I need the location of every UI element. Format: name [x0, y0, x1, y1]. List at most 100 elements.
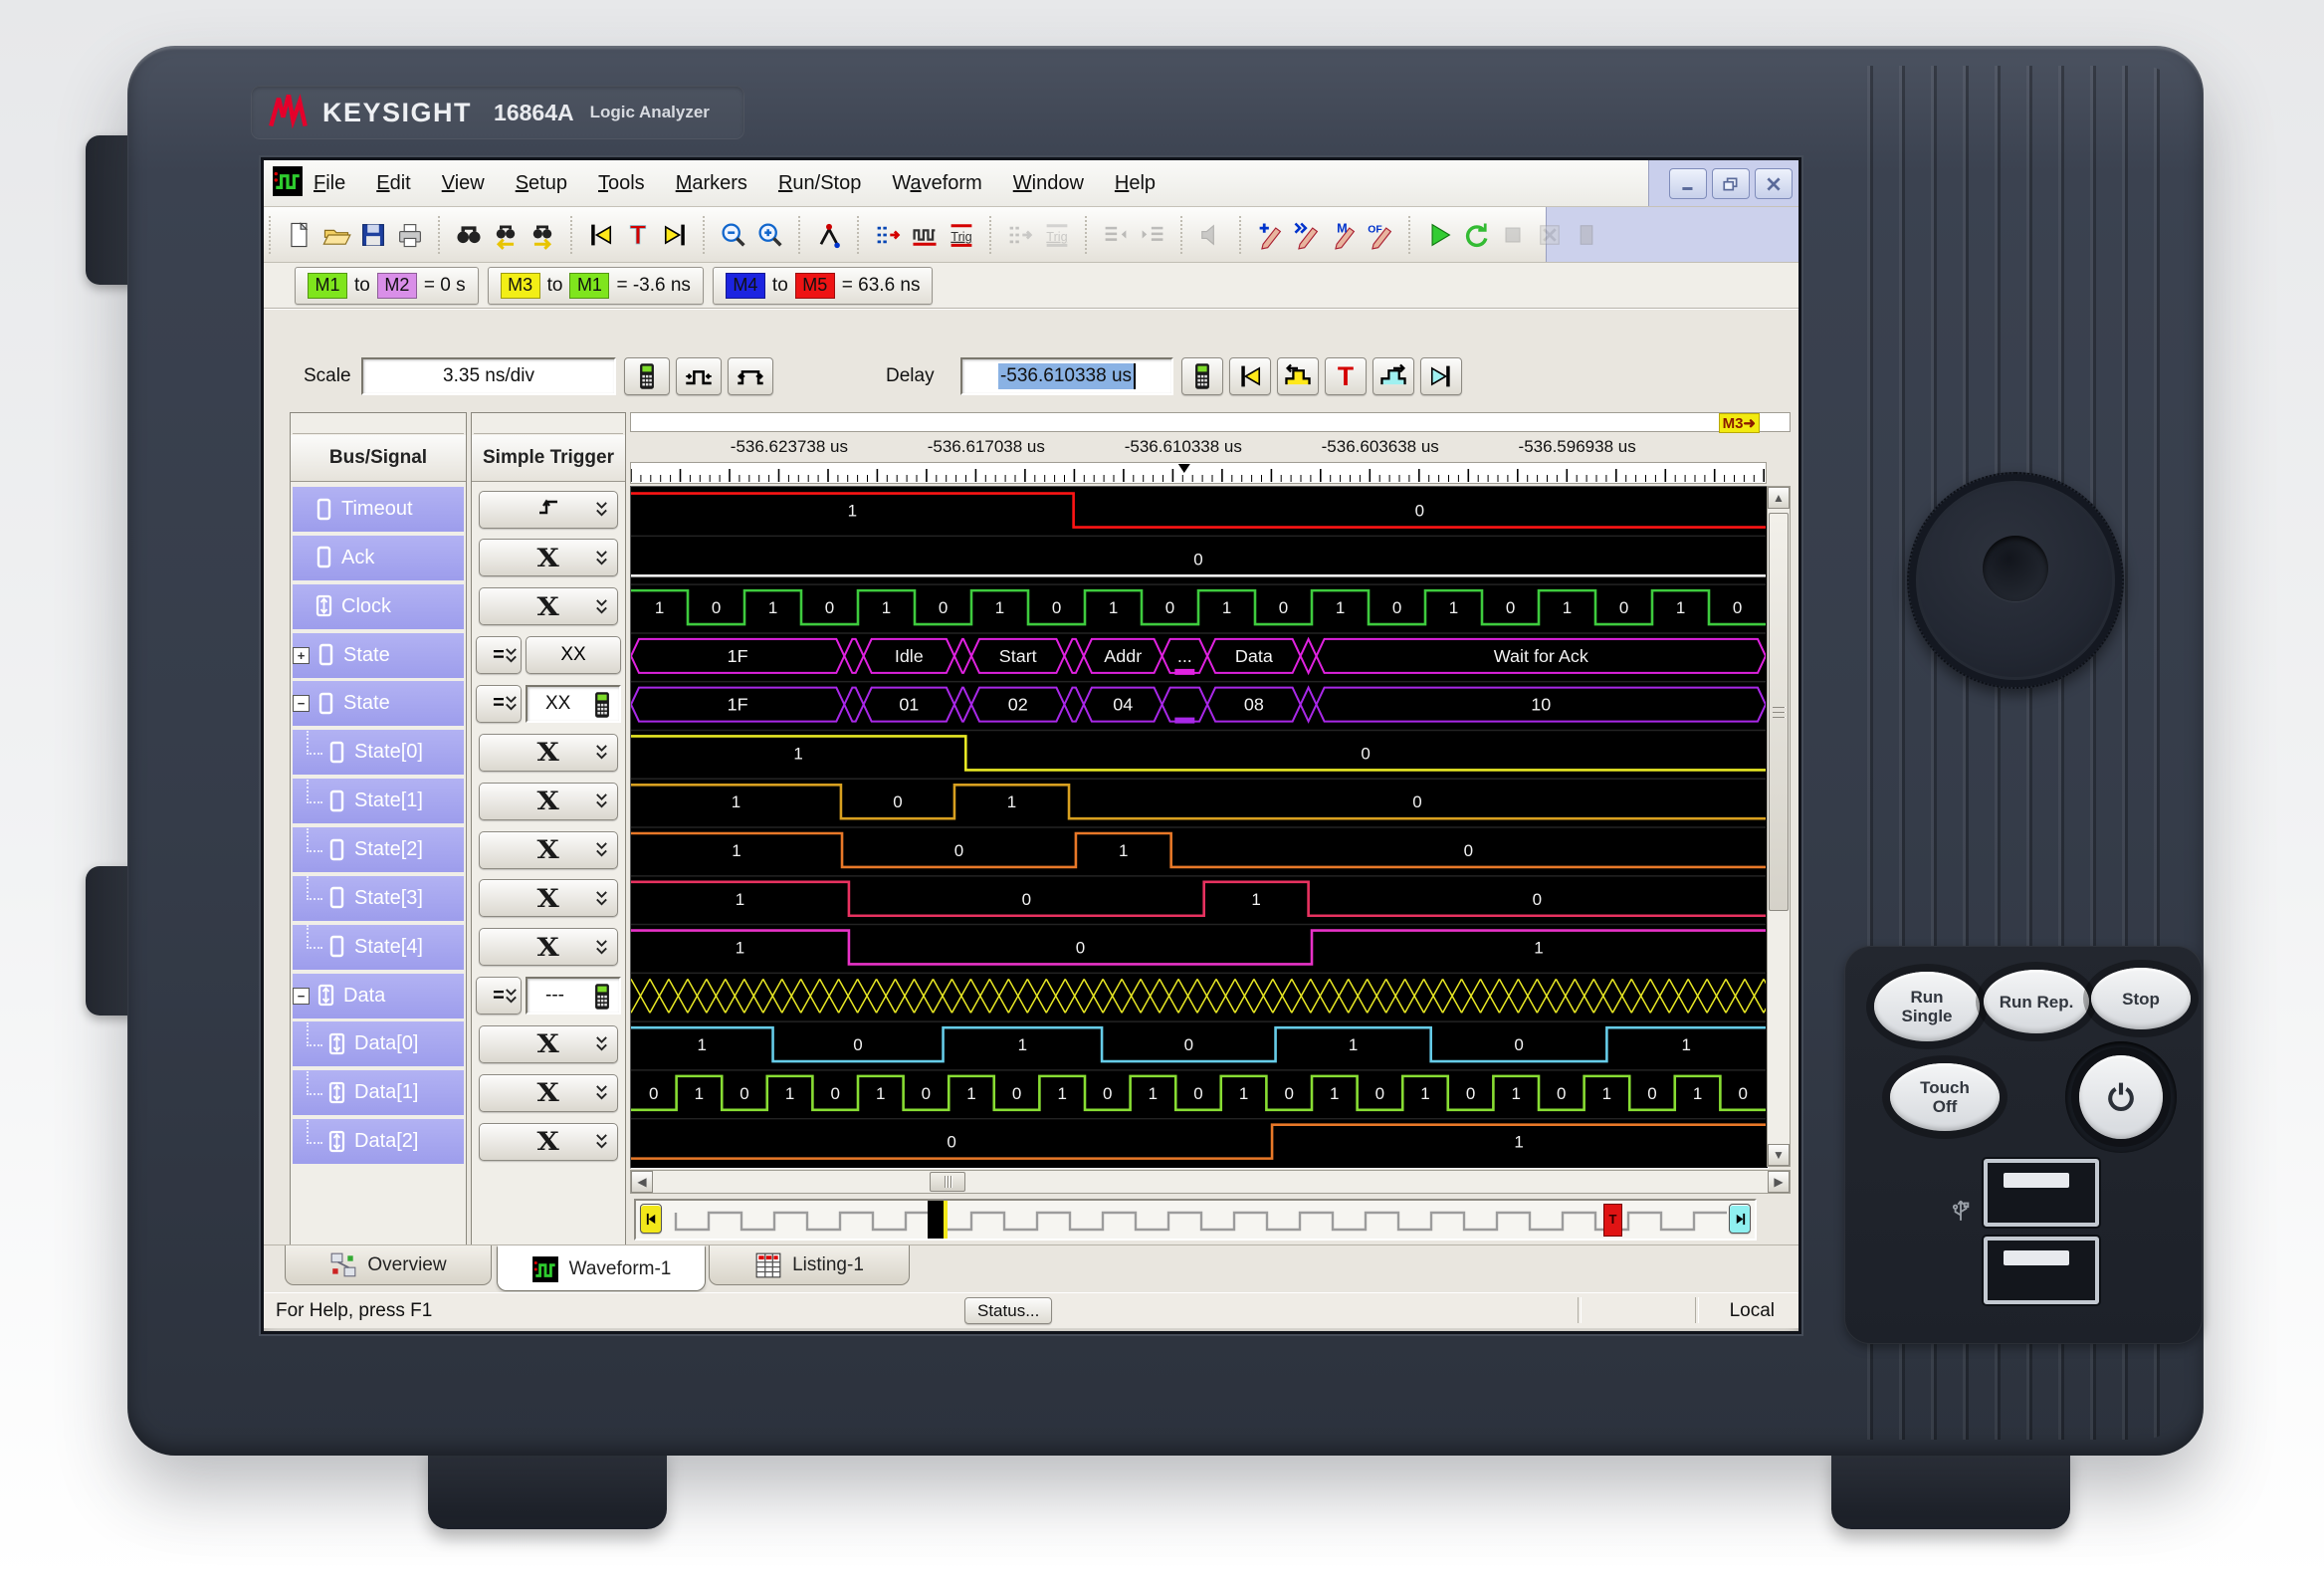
marker-next-icon[interactable]	[1288, 216, 1325, 254]
any-value-trigger-dropdown[interactable]: X	[479, 733, 618, 772]
signal-row-state0[interactable]: State[0]	[293, 730, 464, 776]
signal-row-clock[interactable]: Clock	[293, 583, 464, 629]
signal-row-state3[interactable]: State[3]	[293, 875, 464, 921]
delay-delay-prev-edge-button[interactable]	[1277, 357, 1319, 395]
tab-overview[interactable]: Overview	[285, 1245, 492, 1285]
menu-tools[interactable]: Tools	[598, 172, 645, 195]
scroll-right-button[interactable]: ▶	[1768, 1171, 1790, 1193]
collapse-icon[interactable]: −	[293, 695, 310, 713]
menu-help[interactable]: Help	[1115, 172, 1156, 195]
usb-port-top[interactable]	[1984, 1159, 2099, 1227]
marker-new-icon[interactable]	[1251, 216, 1288, 254]
go-to-start-icon[interactable]	[582, 216, 619, 254]
close-button[interactable]	[1755, 168, 1793, 199]
scale-pulse-zoom-in-button[interactable]	[676, 357, 722, 395]
delay-delay-go-end-button[interactable]	[1420, 357, 1462, 395]
scroll-thumb[interactable]	[930, 1172, 965, 1192]
delay-input[interactable]: -536.610338 us	[960, 357, 1173, 395]
expand-icon[interactable]: +	[293, 646, 310, 664]
marker-options-icon[interactable]: OF	[1362, 216, 1398, 254]
signal-row-timeout[interactable]: Timeout	[293, 487, 464, 532]
calculator-icon[interactable]	[587, 982, 617, 1012]
marker-pair-button-2[interactable]: M3 to M1 = -3.6 ns	[487, 266, 704, 305]
waveform-hscrollbar[interactable]: ◀ ▶	[630, 1170, 1791, 1194]
any-value-trigger-dropdown[interactable]: X	[479, 587, 618, 626]
toolbar-grip[interactable]	[989, 215, 994, 254]
run-icon[interactable]	[1420, 216, 1457, 254]
menu-setup[interactable]: Setup	[516, 172, 567, 195]
any-value-trigger-dropdown[interactable]: X	[479, 830, 618, 869]
toolbar-grip[interactable]	[1239, 215, 1244, 254]
scroll-thumb[interactable]	[1769, 513, 1789, 911]
comparison-operator-dropdown[interactable]: =	[476, 636, 522, 675]
find-previous-icon[interactable]	[487, 216, 524, 254]
trigger-value-input[interactable]: XX	[526, 684, 621, 723]
toolbar-grip[interactable]	[1085, 215, 1090, 254]
signal-row-ack[interactable]: Ack	[293, 535, 464, 580]
marker-tool-icon[interactable]	[810, 216, 847, 254]
edge-trigger-dropdown[interactable]	[479, 490, 618, 529]
menu-view[interactable]: View	[442, 172, 485, 195]
marker-goto-icon[interactable]: M	[1325, 216, 1362, 254]
signal-row-state[interactable]: − State	[293, 681, 464, 727]
usb-port-bottom[interactable]	[1984, 1237, 2099, 1304]
waveform-vscrollbar[interactable]: ▲ ▼	[1767, 486, 1791, 1167]
power-button[interactable]	[2079, 1055, 2163, 1139]
touch-off-button[interactable]: Touch Off	[1890, 1063, 2000, 1131]
overview-trigger-marker[interactable]: T	[1603, 1204, 1622, 1237]
restore-button[interactable]	[1712, 168, 1750, 199]
zoom-in-icon[interactable]	[751, 216, 788, 254]
toolbar-grip[interactable]	[570, 215, 575, 254]
print-icon[interactable]	[391, 216, 428, 254]
signal-row-state2[interactable]: State[2]	[293, 827, 464, 873]
save-icon[interactable]	[354, 216, 391, 254]
trigger-value-input[interactable]: ---	[526, 977, 621, 1016]
any-value-trigger-dropdown[interactable]: X	[479, 1122, 618, 1161]
scroll-up-button[interactable]: ▲	[1768, 487, 1790, 509]
comparison-operator-dropdown[interactable]: =	[476, 977, 522, 1016]
go-to-trigger-icon[interactable]: T	[619, 216, 656, 254]
run-repetitive-icon[interactable]	[1457, 216, 1494, 254]
find-icon[interactable]	[450, 216, 487, 254]
go-to-end-icon[interactable]	[656, 216, 693, 254]
trigger-setup-icon[interactable]: Trig	[943, 216, 979, 254]
menu-markers[interactable]: Markers	[676, 172, 747, 195]
scroll-down-button[interactable]: ▼	[1768, 1144, 1790, 1166]
scale-pulse-zoom-out-button[interactable]	[728, 357, 773, 395]
signal-row-data[interactable]: − Data	[293, 973, 464, 1018]
any-value-trigger-dropdown[interactable]: X	[479, 1073, 618, 1112]
collapse-icon[interactable]: −	[293, 987, 310, 1005]
signal-row-state4[interactable]: State[4]	[293, 924, 464, 970]
run-repetitive-button[interactable]: Run Rep.	[1984, 970, 2089, 1033]
signal-row-data1[interactable]: Data[1]	[293, 1070, 464, 1116]
delay-delay-go-start-button[interactable]	[1229, 357, 1271, 395]
signal-row-state1[interactable]: State[1]	[293, 779, 464, 824]
menu-edit[interactable]: Edit	[376, 172, 410, 195]
menu-window[interactable]: Window	[1013, 172, 1084, 195]
zoom-out-icon[interactable]	[715, 216, 751, 254]
waveform-display[interactable]: 1 0 0 1 0 1 0 1 0 1 0 1 0 1 0 1 0 1 0 1 0 1 0 1F Idle Start Addr..…	[630, 486, 1769, 1169]
stop-button[interactable]: Stop	[2091, 968, 2191, 1029]
toolbar-grip[interactable]	[1180, 215, 1185, 254]
bus-signal-header[interactable]: Bus/Signal	[291, 435, 466, 482]
scale-calculator-button[interactable]	[624, 357, 670, 395]
comparison-operator-dropdown[interactable]: =	[476, 684, 522, 723]
any-value-trigger-dropdown[interactable]: X	[479, 782, 618, 820]
overview-position-marker[interactable]	[928, 1201, 948, 1239]
trigger-value-button[interactable]: XX	[526, 636, 621, 675]
toolbar-grip[interactable]	[703, 215, 708, 254]
toolbar-grip[interactable]	[1408, 215, 1413, 254]
marker-pair-button-3[interactable]: M4 to M5 = 63.6 ns	[712, 266, 934, 305]
minimize-button[interactable]	[1669, 168, 1707, 199]
signal-row-data2[interactable]: Data[2]	[293, 1119, 464, 1165]
overview-go-start-button[interactable]	[640, 1204, 662, 1234]
open-file-icon[interactable]	[317, 216, 354, 254]
m3-marker-badge[interactable]: M3➜	[1718, 413, 1760, 433]
simple-trigger-header[interactable]: Simple Trigger	[472, 435, 625, 482]
find-next-icon[interactable]	[524, 216, 560, 254]
delay-delay-next-edge-button[interactable]	[1373, 357, 1414, 395]
acquisition-overview-bar[interactable]: T	[634, 1199, 1757, 1241]
marker-pair-button-1[interactable]: M1 to M2 = 0 s	[295, 266, 479, 305]
run-single-button[interactable]: Run Single	[1874, 972, 1980, 1041]
tab-waveform-1[interactable]: Waveform-1	[497, 1245, 706, 1291]
